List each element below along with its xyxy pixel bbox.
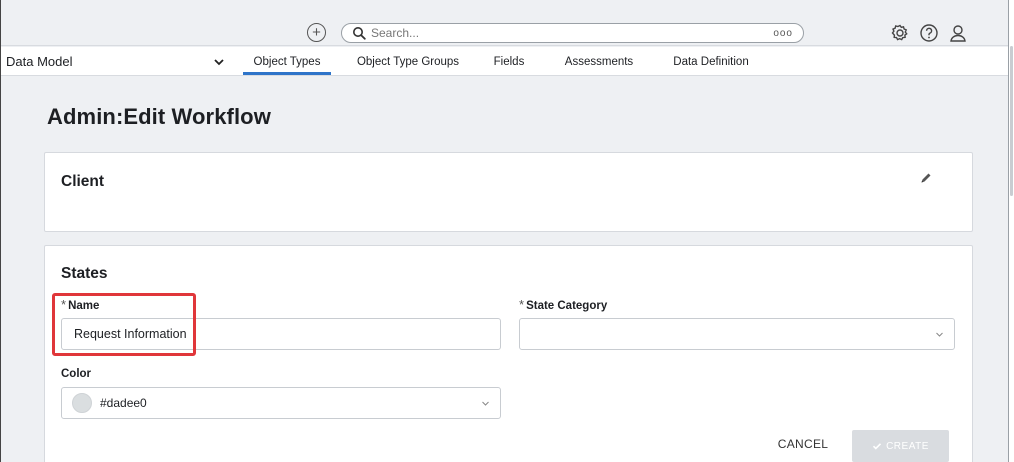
check-icon	[873, 443, 882, 450]
required-mark: *	[61, 297, 67, 312]
scrollbar-thumb[interactable]	[1010, 46, 1013, 196]
pencil-icon[interactable]	[919, 171, 933, 185]
nav-bar: Data Model Object Types Object Type Grou…	[1, 47, 1008, 76]
tab-object-types[interactable]: Object Types	[243, 47, 331, 76]
create-button-label: CREATE	[886, 440, 929, 452]
client-card-title: Client	[61, 173, 105, 190]
chevron-down-icon	[482, 401, 489, 406]
chevron-down-icon	[214, 58, 224, 65]
state-category-label: * State Category	[519, 297, 607, 312]
color-label: Color	[61, 368, 92, 380]
state-category-select[interactable]	[519, 318, 955, 350]
module-select-label: Data Model	[6, 54, 73, 69]
states-card-title: States	[61, 265, 108, 282]
plus-circle-icon[interactable]: +	[307, 23, 326, 42]
tab-fields[interactable]: Fields	[489, 47, 529, 76]
gear-icon[interactable]	[890, 23, 910, 43]
ellipsis-icon[interactable]: ooo	[773, 28, 793, 39]
tab-assessments[interactable]: Assessments	[561, 47, 637, 76]
page-title: Admin:Edit Workflow	[47, 104, 271, 129]
tab-object-type-groups[interactable]: Object Type Groups	[353, 47, 463, 76]
state-category-label-text: State Category	[526, 300, 608, 312]
search-icon	[353, 27, 366, 40]
help-icon[interactable]	[919, 23, 939, 43]
color-select[interactable]: #dadee0	[61, 387, 501, 419]
chevron-down-icon	[936, 332, 943, 337]
name-label-text: Name	[68, 300, 100, 312]
cancel-button[interactable]: CANCEL	[768, 430, 838, 458]
search-placeholder: Search...	[371, 26, 420, 40]
search-input[interactable]: Search... ooo	[341, 23, 804, 43]
required-mark: *	[519, 297, 525, 312]
top-bar: + Search... ooo	[1, 0, 1008, 46]
user-icon[interactable]	[948, 23, 968, 43]
client-card: Client	[44, 152, 973, 232]
name-field[interactable]: Request Information	[61, 318, 501, 350]
create-button[interactable]: CREATE	[852, 430, 949, 462]
module-select[interactable]: Data Model	[6, 47, 228, 76]
color-swatch	[72, 393, 92, 413]
color-value: #dadee0	[100, 396, 147, 410]
name-label: * Name	[61, 297, 99, 312]
tab-data-definition[interactable]: Data Definition	[666, 47, 756, 76]
